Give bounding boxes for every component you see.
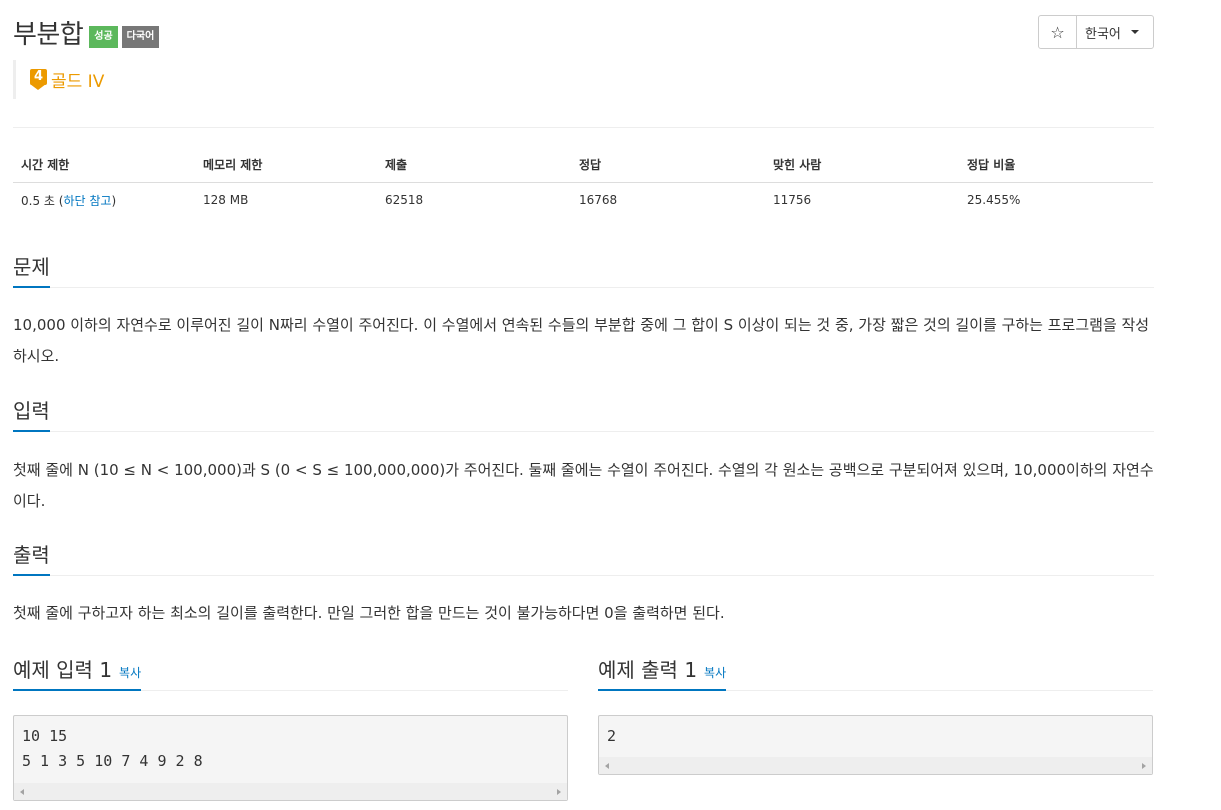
tier-icon: 4 <box>30 68 47 91</box>
solvers-cell: 11756 <box>773 193 812 208</box>
header-ratio: 정답 비율 <box>959 148 1153 183</box>
input-section-header: 입력 <box>13 395 1154 432</box>
sample-input-header: 예제 입력 1 복사 <box>13 654 568 691</box>
input-description: 첫째 줄에 N (10 ≤ N < 100,000)과 S (0 < S ≤ 1… <box>13 461 1154 510</box>
caret-down-icon <box>1130 30 1139 34</box>
time-limit-cell: 0.5 초 (하단 참고) <box>13 182 195 218</box>
time-note-close: ) <box>111 193 117 208</box>
time-limit-value: 0.5 초 <box>21 193 55 208</box>
problem-description: 10,000 이하의 자연수로 이루어진 길이 N짜리 수열이 주어진다. 이 … <box>13 316 1150 365</box>
multilang-badge: 다국어 <box>121 26 160 48</box>
tier-label[interactable]: 골드 IV <box>51 67 104 92</box>
title-row: 부분합 성공 다국어 <box>13 14 160 50</box>
language-label: 한국어 <box>1085 26 1121 42</box>
problem-section-title: 문제 <box>13 251 50 288</box>
accepted-cell: 16768 <box>579 193 618 208</box>
time-note-link[interactable]: 하단 참고 <box>63 194 111 208</box>
scroll-right-icon[interactable] <box>557 789 561 795</box>
sample-output-content: 2 <box>607 727 617 745</box>
header-time-limit: 시간 제한 <box>13 148 195 183</box>
favorite-star-button[interactable]: ☆ <box>1039 16 1077 48</box>
input-section-title: 입력 <box>13 395 50 432</box>
problem-title: 부분합 <box>13 19 84 50</box>
sample-input-title-text: 예제 입력 1 <box>13 658 113 682</box>
sample-output-title-text: 예제 출력 1 <box>598 658 698 682</box>
ratio-cell: 25.455% <box>967 193 1021 208</box>
table-row: 0.5 초 (하단 참고) 128 MB 62518 16768 11756 2… <box>13 182 1153 218</box>
problem-section-header: 문제 <box>13 251 1154 288</box>
problem-info-table: 시간 제한 메모리 제한 제출 정답 맞힌 사람 정답 비율 0.5 초 (하단… <box>13 148 1153 218</box>
tier-box: 4 골드 IV <box>13 60 104 99</box>
output-section-title: 출력 <box>13 539 50 576</box>
divider <box>13 431 1154 432</box>
scroll-left-icon[interactable] <box>605 763 609 769</box>
output-description: 첫째 줄에 구하고자 하는 최소의 길이를 출력한다. 만일 그러한 합을 만드… <box>13 604 725 622</box>
divider <box>13 575 1154 576</box>
language-dropdown[interactable]: 한국어 <box>1077 16 1153 48</box>
copy-sample-input-button[interactable]: 복사 <box>119 666 141 680</box>
success-badge: 성공 <box>89 26 118 48</box>
horizontal-scrollbar[interactable] <box>599 757 1152 774</box>
tier-number: 4 <box>30 68 47 85</box>
horizontal-scrollbar[interactable] <box>14 783 567 800</box>
sample-input-box[interactable]: 10 15 5 1 3 5 10 7 4 9 2 8 <box>13 715 568 801</box>
divider <box>13 287 1154 288</box>
table-header-row: 시간 제한 메모리 제한 제출 정답 맞힌 사람 정답 비율 <box>13 148 1153 183</box>
scroll-left-icon[interactable] <box>20 789 24 795</box>
tier-chevron <box>30 83 46 90</box>
header-submissions: 제출 <box>377 148 571 183</box>
sample-output-header: 예제 출력 1 복사 <box>598 654 1153 691</box>
output-section-header: 출력 <box>13 539 1154 576</box>
header-accepted: 정답 <box>571 148 765 183</box>
sample-input-content: 10 15 5 1 3 5 10 7 4 9 2 8 <box>22 727 203 770</box>
top-right-controls: ☆ 한국어 <box>1038 15 1154 49</box>
sample-input-title: 예제 입력 1 복사 <box>13 654 142 691</box>
submissions-cell: 62518 <box>385 193 424 208</box>
memory-limit-cell: 128 MB <box>203 193 249 208</box>
header-solvers: 맞힌 사람 <box>765 148 959 183</box>
divider <box>13 127 1154 128</box>
sample-output-title: 예제 출력 1 복사 <box>598 654 727 691</box>
sample-output-box[interactable]: 2 <box>598 715 1153 775</box>
scroll-right-icon[interactable] <box>1142 763 1146 769</box>
star-icon: ☆ <box>1050 22 1065 42</box>
copy-sample-output-button[interactable]: 복사 <box>704 666 726 680</box>
header-memory-limit: 메모리 제한 <box>195 148 377 183</box>
